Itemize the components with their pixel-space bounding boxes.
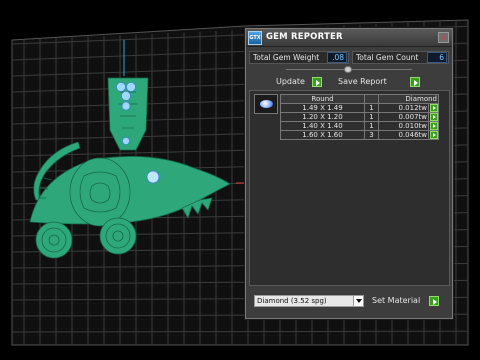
gem-reporter-panel: GTX GEM REPORTER x Total Gem Weight .08 … (245, 28, 453, 319)
material-dropdown[interactable]: Diamond (3.52 spg) (254, 295, 364, 307)
gem-size-cell: 1.60 X 1.60 (280, 130, 365, 140)
gem-list-area: Round Diamond 1.49 X 1.49 1 0.012tw 1.20… (249, 90, 450, 286)
green-arrow-button-icon[interactable] (429, 122, 438, 130)
set-material-label: Set Material (372, 296, 421, 305)
panel-title: GEM REPORTER (266, 32, 343, 42)
gem-weight-cell: 0.010tw (378, 121, 429, 131)
column-header-shape: Round (280, 94, 365, 104)
column-header-material: Diamond (378, 94, 439, 104)
green-arrow-button-icon[interactable] (429, 131, 438, 139)
save-report-label: Save Report (338, 77, 387, 86)
row-select-button[interactable] (428, 121, 439, 131)
table-row[interactable]: 1.20 X 1.20 1 0.007tw (280, 112, 439, 122)
save-report-button[interactable]: Save Report (338, 76, 422, 89)
gem-count-cell: 1 (364, 103, 379, 113)
gem-table-header: Round Diamond (280, 94, 439, 104)
gem-count-cell: 3 (364, 130, 379, 140)
panel-titlebar[interactable]: GTX GEM REPORTER x (246, 29, 452, 47)
mouse-eye-gem (146, 170, 160, 184)
material-dropdown-value: Diamond (3.52 spg) (257, 297, 327, 305)
update-button[interactable]: Update (276, 76, 324, 89)
gem-weight-cell: 0.007tw (378, 112, 429, 122)
green-arrow-button-icon[interactable] (429, 113, 438, 121)
table-row[interactable]: 1.40 X 1.40 1 0.010tw (280, 121, 439, 131)
gem-count-cell: 1 (364, 112, 379, 122)
round-diamond-icon[interactable] (254, 94, 278, 114)
table-row[interactable]: 1.60 X 1.60 3 0.046tw (280, 130, 439, 140)
mouse-ear (69, 157, 131, 227)
application-window: GTX GEM REPORTER x Total Gem Weight .08 … (0, 0, 480, 360)
green-arrow-button-icon[interactable] (410, 77, 420, 87)
chevron-down-icon[interactable] (353, 296, 363, 306)
gem-weight-cell: 0.012tw (378, 103, 429, 113)
update-label: Update (276, 77, 305, 86)
table-row[interactable]: 1.49 X 1.49 1 0.012tw (280, 103, 439, 113)
gem-count-cell: 1 (364, 121, 379, 131)
gem-size-cell: 1.40 X 1.40 (280, 121, 365, 131)
green-arrow-button-icon[interactable] (429, 104, 438, 112)
gem-weight-cell: 0.046tw (378, 130, 429, 140)
total-gem-weight-value: .08 (327, 52, 347, 63)
close-icon[interactable]: x (438, 32, 449, 43)
green-arrow-button-icon[interactable] (312, 77, 322, 87)
collapse-handle-icon[interactable] (344, 66, 352, 73)
column-header-count (364, 94, 379, 104)
green-arrow-button-icon[interactable] (429, 296, 439, 306)
row-select-button[interactable] (428, 130, 439, 140)
gem-size-cell: 1.49 X 1.49 (280, 103, 365, 113)
total-gem-count-value: 6 (427, 52, 447, 63)
gem-size-cell: 1.20 X 1.20 (280, 112, 365, 122)
gem-table: Round Diamond 1.49 X 1.49 1 0.012tw 1.20… (280, 94, 439, 140)
row-select-button[interactable] (428, 103, 439, 113)
row-select-button[interactable] (428, 112, 439, 122)
gem-reporter-app-icon: GTX (248, 31, 262, 45)
set-material-button[interactable]: Set Material (372, 295, 440, 308)
